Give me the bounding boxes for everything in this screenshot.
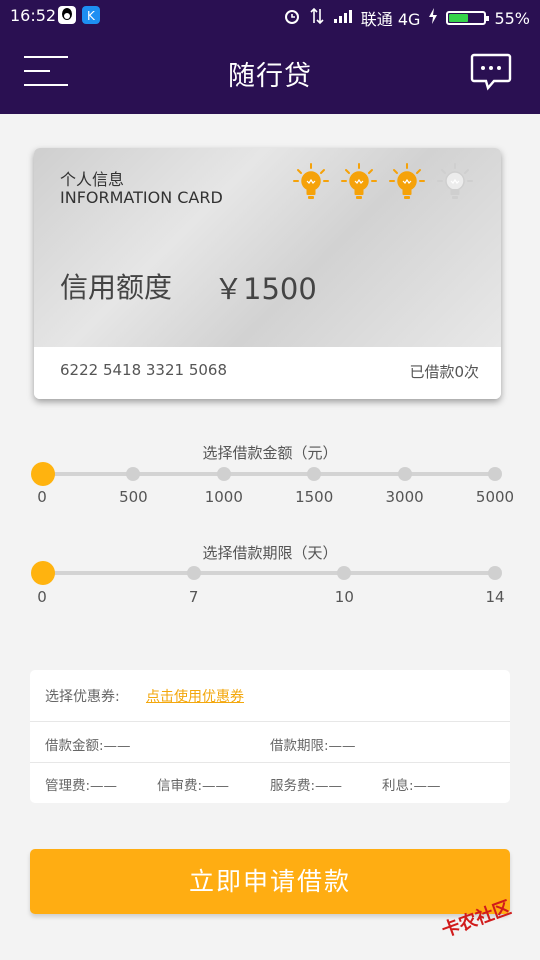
credit-limit-label: 信用额度 [60, 271, 173, 304]
amount-slider-title: 选择借款金额（元） [202, 444, 338, 462]
status-time: 16:52 [10, 6, 57, 25]
term-slider-track[interactable] [43, 571, 495, 575]
amount-slider-tick-label: 0 [37, 488, 47, 506]
amount-slider-tick-label: 500 [119, 488, 148, 506]
amount-slider-knob[interactable] [31, 462, 55, 486]
service-fee: 服务费:—— [270, 778, 343, 794]
borrow-count: 已借款0次 [409, 363, 479, 381]
qq-icon [58, 6, 76, 24]
apply-loan-button[interactable]: 立即申请借款 [30, 849, 510, 914]
charging-icon [428, 8, 438, 28]
review-fee: 信审费:—— [157, 778, 230, 794]
page-title: 随行贷 [228, 61, 312, 92]
term-slider-tick-label: 7 [188, 588, 199, 606]
carrier-label: 联通 4G [360, 10, 421, 29]
loan-details-panel: 选择优惠券: 点击使用优惠券 借款金额:—— 借款期限:—— 管理费:—— 信审… [30, 670, 510, 803]
term-slider-knob[interactable] [31, 561, 55, 585]
term-slider-tick-label: 10 [334, 588, 354, 606]
amount-slider-track[interactable] [43, 472, 495, 476]
coupon-row: 选择优惠券: 点击使用优惠券 [30, 670, 510, 722]
term-slider-stop[interactable] [488, 566, 502, 580]
loan-summary-row: 借款金额:—— 借款期限:—— [30, 722, 510, 763]
management-fee: 管理费:—— [45, 778, 118, 794]
unlit-bulb-icon [436, 162, 474, 204]
amount-slider-tick-label: 5000 [475, 488, 515, 506]
card-footer: 6222 5418 3321 5068 已借款0次 [34, 347, 501, 399]
card-title-en: INFORMATION CARD [60, 188, 223, 207]
amount-slider-tick-label: 1000 [204, 488, 243, 506]
amount-slider-stop[interactable] [216, 467, 231, 481]
svg-text:K: K [87, 9, 96, 23]
status-bar: 16:52 K 联通 4G 55% [0, 0, 540, 32]
card-number: 6222 5418 3321 5068 [60, 361, 227, 379]
amount-slider-tick-label: 3000 [385, 488, 424, 506]
card-title-cn: 个人信息 [60, 170, 125, 189]
signal-icon [333, 8, 353, 28]
battery-percent: 55% [494, 8, 530, 28]
term-slider-tick-label: 14 [485, 588, 505, 606]
card-face: 个人信息 INFORMATION CARD 信用额度 ￥1500 [34, 148, 501, 347]
battery-icon [446, 11, 490, 25]
message-icon[interactable] [470, 52, 512, 92]
term-slider-stop[interactable] [337, 566, 352, 580]
amount-slider-stop[interactable] [488, 467, 502, 481]
loan-amount-value: 借款金额:—— [45, 738, 131, 754]
data-transfer-icon [309, 7, 325, 29]
information-card: 个人信息 INFORMATION CARD 信用额度 ￥1500 6222 54… [34, 148, 501, 399]
amount-slider-stop[interactable] [126, 467, 141, 481]
app-bar: 随行贷 [0, 32, 540, 114]
interest: 利息:—— [382, 778, 441, 794]
term-slider-title: 选择借款期限（天） [202, 544, 338, 562]
amount-slider-stop[interactable] [307, 467, 322, 481]
amount-slider-tick-label: 1500 [295, 488, 334, 506]
credit-rating [292, 162, 474, 204]
loan-term-value: 借款期限:—— [270, 738, 356, 754]
use-coupon-link[interactable]: 点击使用优惠券 [146, 686, 244, 706]
kugou-icon: K [82, 6, 100, 24]
coupon-label: 选择优惠券: [45, 689, 120, 705]
lit-bulb-icon [388, 162, 426, 204]
alarm-icon [283, 7, 301, 29]
term-slider-tick-label: 0 [37, 588, 47, 606]
credit-limit-amount: ￥1500 [214, 272, 317, 306]
term-slider-stop[interactable] [186, 566, 201, 580]
lit-bulb-icon [340, 162, 378, 204]
lit-bulb-icon [292, 162, 330, 204]
amount-slider-stop[interactable] [397, 467, 412, 481]
